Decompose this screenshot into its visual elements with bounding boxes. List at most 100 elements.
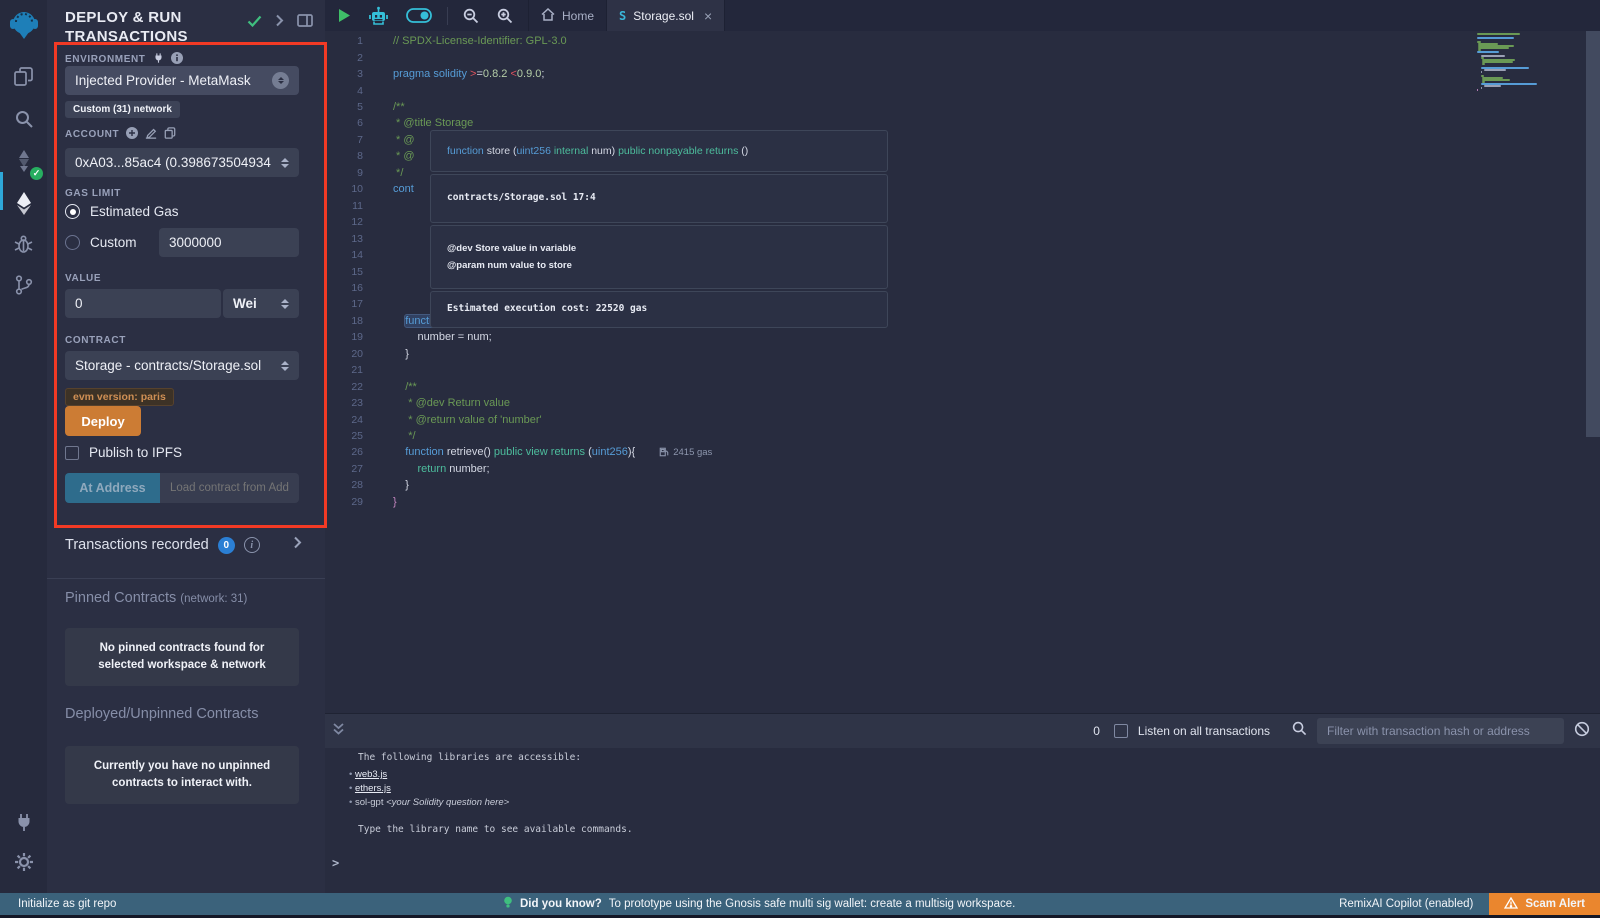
search-icon[interactable] (0, 102, 47, 136)
code-line[interactable]: 17 (325, 296, 393, 312)
terminal-filter-input[interactable] (1317, 718, 1564, 744)
code-line[interactable]: 3pragma solidity >=0.8.2 <0.9.0; (325, 66, 544, 82)
code-line[interactable]: 27 return number; (325, 461, 490, 477)
code-line[interactable]: 9 */ (325, 165, 403, 181)
code-line[interactable]: 14 (325, 247, 393, 263)
pin-panel-icon[interactable] (297, 14, 313, 32)
at-address-button[interactable]: At Address (65, 473, 160, 503)
zoom-out-icon[interactable] (454, 0, 488, 31)
listen-all-checkbox[interactable] (1114, 724, 1128, 738)
code-line[interactable]: 25 */ (325, 428, 416, 444)
value-input[interactable] (65, 289, 221, 318)
code-line[interactable]: 22 /** (325, 378, 417, 394)
deploy-run-icon[interactable] (0, 186, 47, 220)
solidity-compiler-icon[interactable]: ✓ (0, 144, 47, 178)
code-line[interactable]: 19 number = num; (325, 329, 492, 345)
status-bar: Initialize as git repo Did you know? To … (0, 893, 1600, 915)
code-editor[interactable]: 1// SPDX-License-Identifier: GPL-3.023pr… (325, 31, 1600, 713)
code-line[interactable]: 1// SPDX-License-Identifier: GPL-3.0 (325, 33, 567, 49)
terminal-output[interactable]: The following libraries are accessible: … (325, 748, 1600, 893)
debugger-icon[interactable] (0, 227, 47, 261)
did-you-know-text: To prototype using the Gnosis safe multi… (609, 898, 1016, 910)
file-explorer-icon[interactable] (0, 60, 47, 94)
value-unit-select[interactable]: Wei (223, 289, 299, 318)
code-line[interactable]: 23 * @dev Return value (325, 395, 510, 411)
line-number: 17 (325, 298, 377, 310)
code-line[interactable]: 5/** (325, 99, 405, 115)
deploy-button[interactable]: Deploy (65, 406, 141, 436)
code-line[interactable]: 26 function retrieve() public view retur… (325, 444, 712, 460)
compile-success-badge: ✓ (30, 167, 43, 180)
custom-gas-input[interactable] (159, 228, 299, 257)
expand-panel-icon[interactable] (275, 14, 284, 32)
terminal-header: 0 Listen on all transactions (325, 713, 1600, 748)
home-icon (541, 8, 555, 24)
code-line[interactable]: 20 } (325, 346, 409, 362)
remix-logo-icon[interactable] (0, 2, 47, 48)
zoom-in-icon[interactable] (488, 0, 522, 31)
publish-ipfs-option[interactable]: Publish to IPFS (65, 445, 182, 460)
plugin-manager-icon[interactable] (0, 805, 47, 839)
tab-home[interactable]: Home (528, 0, 607, 31)
code-line[interactable]: 10cont (325, 181, 414, 197)
line-number: 25 (325, 430, 377, 442)
environment-plug-icon[interactable] (153, 52, 164, 67)
editor-scrollbar[interactable] (1586, 31, 1600, 437)
terminal-prompt[interactable]: > (332, 856, 339, 870)
code-line[interactable]: 7 * @ (325, 132, 415, 148)
scam-alert-button[interactable]: Scam Alert (1489, 893, 1600, 915)
line-number: 19 (325, 331, 377, 343)
value-label: VALUE (65, 273, 101, 284)
copilot-status[interactable]: RemixAI Copilot (enabled) (1339, 898, 1473, 910)
transactions-info-icon[interactable]: i (244, 537, 260, 553)
code-line[interactable]: 12 (325, 214, 393, 230)
code-line[interactable]: 24 * @return value of 'number' (325, 411, 542, 427)
deploy-run-panel: DEPLOY & RUN TRANSACTIONS ENVIRONMENT In… (47, 0, 325, 893)
code-line[interactable]: 13 (325, 230, 393, 246)
web3-link[interactable]: web3.js (355, 769, 387, 780)
git-icon[interactable] (0, 268, 47, 302)
line-number: 1 (325, 35, 377, 47)
code-line[interactable]: 29} (325, 494, 397, 510)
code-line[interactable]: 15 (325, 263, 393, 279)
code-line[interactable]: 8 * @ (325, 148, 415, 164)
ai-copilot-toggle[interactable] (397, 0, 441, 31)
at-address-input[interactable] (160, 473, 299, 503)
line-number: 24 (325, 414, 377, 426)
code-line[interactable]: 11 (325, 198, 393, 214)
code-line[interactable]: 28 } (325, 477, 409, 493)
environment-info-icon[interactable] (171, 52, 183, 67)
terminal-hint: Type the library name to see available c… (358, 823, 633, 837)
collapse-terminal-icon[interactable] (332, 722, 345, 741)
line-number: 6 (325, 117, 377, 129)
estimated-gas-radio[interactable] (65, 204, 80, 219)
git-init-status[interactable]: Initialize as git repo (18, 898, 116, 910)
edit-account-icon[interactable] (145, 127, 157, 142)
account-select[interactable]: 0xA03...85ac4 (0.398673504934 (65, 148, 299, 177)
transactions-expand-icon[interactable] (293, 536, 302, 554)
ethers-link[interactable]: ethers.js (355, 783, 391, 794)
ai-assistant-icon[interactable] (360, 0, 397, 31)
run-script-icon[interactable] (329, 0, 360, 31)
clear-terminal-icon[interactable] (1574, 721, 1590, 742)
code-line[interactable]: 16 (325, 280, 393, 296)
panel-divider (47, 578, 325, 579)
copy-account-icon[interactable] (164, 127, 176, 142)
main-area: Home S Storage.sol × 1// SPDX-License-Id… (325, 0, 1600, 893)
custom-gas-option[interactable]: Custom (65, 235, 137, 250)
code-line[interactable]: 4 (325, 82, 393, 98)
close-tab-icon[interactable]: × (704, 8, 712, 24)
settings-icon[interactable] (0, 845, 47, 879)
custom-gas-radio[interactable] (65, 235, 80, 250)
add-account-icon[interactable] (126, 127, 138, 142)
editor-minimap[interactable] (1477, 33, 1552, 153)
publish-ipfs-checkbox[interactable] (65, 446, 79, 460)
tab-storage-sol[interactable]: S Storage.sol × (607, 0, 725, 31)
code-line[interactable]: 21 (325, 362, 393, 378)
unpinned-contracts-empty: Currently you have no unpinned contracts… (65, 746, 299, 804)
estimated-gas-option[interactable]: Estimated Gas (65, 204, 179, 219)
environment-select[interactable]: Injected Provider - MetaMask (65, 66, 299, 95)
contract-select[interactable]: Storage - contracts/Storage.sol (65, 351, 299, 380)
code-line[interactable]: 2 (325, 49, 393, 65)
solidity-file-icon: S (619, 9, 626, 23)
